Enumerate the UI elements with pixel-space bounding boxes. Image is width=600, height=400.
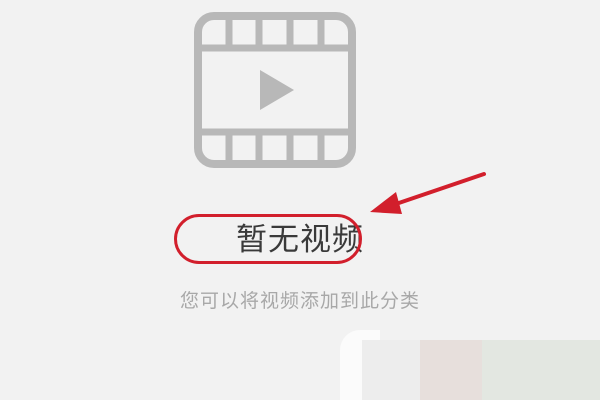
- empty-subtitle: 您可以将视频添加到此分类: [179, 290, 420, 312]
- blurred-area: [420, 340, 482, 400]
- play-icon: [260, 70, 294, 110]
- annotation-highlight: [174, 214, 362, 264]
- blurred-area: [362, 340, 420, 400]
- annotation-arrow-icon: [370, 172, 486, 214]
- empty-state: 暂无视频 您可以将视频添加到此分类: [0, 0, 600, 400]
- video-film-icon: [194, 12, 356, 168]
- blurred-area: [482, 340, 600, 400]
